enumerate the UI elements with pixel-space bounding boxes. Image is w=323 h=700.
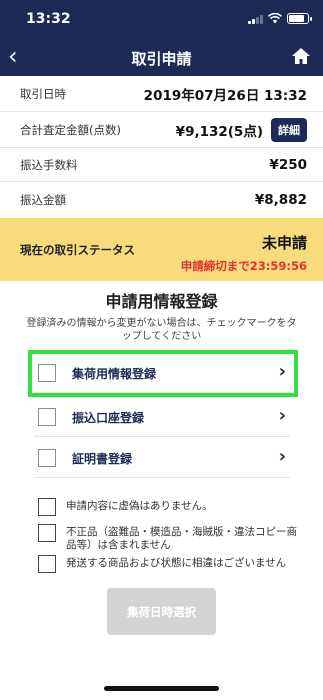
transfer-row: 振込金額 ¥8,882 <box>0 182 323 218</box>
registration-item-bank-account[interactable]: 振込口座登録 › <box>34 397 290 437</box>
battery-icon <box>287 13 312 24</box>
agreement-label: 不正品（盗難品・模造品・海賊版・違法コピー商品等）は含まれません <box>66 526 297 551</box>
chevron-right-icon: › <box>278 446 286 467</box>
total-label: 合計査定金額(点数) <box>20 122 121 137</box>
deadline-countdown: 申請締切まで23:59:56 <box>180 259 307 273</box>
agreement-item-no-illegal-goods: 不正品（盗難品・模造品・海賊版・違法コピー商品等）は含まれません <box>38 524 300 552</box>
status-time: 13:32 <box>26 11 71 27</box>
status-label: 現在の取引ステータス <box>20 243 135 257</box>
registration-checkbox[interactable] <box>38 449 56 467</box>
agreement-item-no-falsehood: 申請内容に虚偽はありません。 <box>38 498 300 516</box>
transaction-status-panel: 現在の取引ステータス 未申請 申請締切まで23:59:56 <box>0 218 323 281</box>
fee-value: ¥250 <box>269 156 307 173</box>
signal-icon <box>248 14 263 24</box>
registration-title: 申請用情報登録 <box>105 292 218 311</box>
highlight-frame <box>28 350 298 397</box>
home-indicator <box>104 686 219 691</box>
registration-item-certificate[interactable]: 証明書登録 › <box>34 438 290 478</box>
detail-button[interactable]: 詳細 <box>271 117 307 142</box>
status-bar: 13:32 <box>0 0 323 40</box>
transfer-label: 振込金額 <box>20 193 66 207</box>
agreement-checkbox[interactable] <box>38 555 56 573</box>
agreement-label: 申請内容に虚偽はありません。 <box>66 500 213 512</box>
pickup-schedule-button[interactable]: 集荷日時選択 <box>107 588 216 635</box>
fee-label: 振込手数料 <box>20 157 78 172</box>
total-row: 合計査定金額(点数) ¥9,132(5点) 詳細 <box>0 112 323 148</box>
total-value-group: ¥9,132(5点) 詳細 <box>175 117 307 142</box>
agreement-item-condition-match: 発送する商品および状態に相違はございません <box>38 555 300 573</box>
home-icon[interactable] <box>291 47 311 65</box>
registration-item-label: 証明書登録 <box>72 452 133 466</box>
fee-row: 振込手数料 ¥250 <box>0 148 323 182</box>
nav-bar: ‹ 取引申請 <box>0 40 323 76</box>
page-title: 取引申請 <box>131 50 192 68</box>
wifi-icon <box>268 13 282 24</box>
date-row: 取引日時 2019年07月26日 13:32 <box>0 76 323 112</box>
transfer-value: ¥8,882 <box>254 192 307 208</box>
registration-item-label: 振込口座登録 <box>72 411 145 425</box>
status-value: 未申請 <box>261 234 307 252</box>
agreement-label: 発送する商品および状態に相違はございません <box>66 557 287 569</box>
registration-description: 登録済みの情報から変更がない場合は、チェックマークをタップしてください <box>26 318 297 342</box>
agreement-checkbox[interactable] <box>38 524 56 542</box>
date-label: 取引日時 <box>20 86 66 101</box>
agreement-checkbox[interactable] <box>38 498 56 516</box>
status-icons <box>248 13 312 24</box>
registration-checkbox[interactable] <box>38 408 56 426</box>
chevron-right-icon: › <box>278 405 286 426</box>
date-value: 2019年07月26日 13:32 <box>143 87 307 104</box>
total-value: ¥9,132(5点) <box>175 123 263 140</box>
